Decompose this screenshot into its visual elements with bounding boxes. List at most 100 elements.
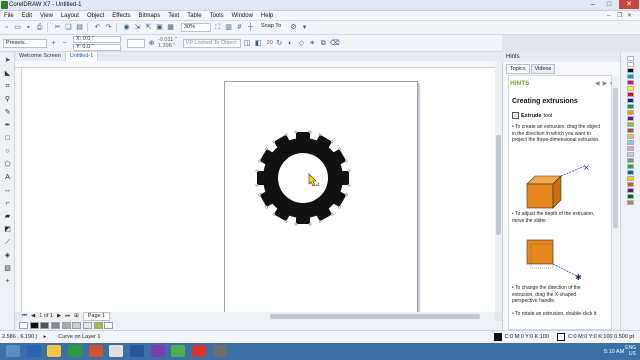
save-icon[interactable]: ▪ (24, 23, 33, 32)
horizontal-ruler[interactable] (15, 61, 495, 68)
last-page-icon[interactable]: ⏭ (65, 312, 70, 321)
palette-red[interactable] (627, 92, 634, 97)
redo-icon[interactable]: ↷ (104, 23, 113, 32)
maximize-button[interactable]: □ (602, 0, 616, 9)
options-icon[interactable]: ⚙ (289, 23, 298, 32)
onenote-icon[interactable] (150, 345, 165, 357)
transparency-tool-icon[interactable]: ◩ (3, 225, 12, 234)
pick-tool-icon[interactable]: ➤ (3, 56, 12, 65)
swatch-gray[interactable] (51, 322, 61, 329)
swatch-black[interactable] (29, 322, 39, 329)
palette-gray-dark[interactable] (627, 158, 634, 163)
cut-icon[interactable]: ✂ (53, 23, 62, 32)
chrome-icon[interactable] (109, 345, 124, 357)
zoom-tool-icon[interactable]: ⚲ (3, 95, 12, 104)
swatch-none[interactable] (19, 322, 28, 329)
palette-dark-green[interactable] (627, 194, 634, 199)
undo-icon[interactable]: ↶ (93, 23, 102, 32)
paste-icon[interactable]: ▤ (75, 23, 84, 32)
polygon-tool-icon[interactable]: ⬠ (3, 160, 12, 169)
forward-icon[interactable]: ▶ (603, 81, 608, 87)
tray-region[interactable]: US (625, 351, 636, 357)
node-handle[interactable] (255, 183, 259, 187)
menu-bitmaps[interactable]: Bitmaps (139, 11, 161, 21)
palette-magenta[interactable] (627, 80, 634, 85)
node-handle[interactable] (347, 169, 351, 173)
export-icon[interactable]: ⇱ (144, 23, 153, 32)
excel-icon[interactable] (68, 345, 83, 357)
menu-help[interactable]: Help (261, 11, 273, 21)
vp-page-icon[interactable]: ◧ (254, 39, 263, 48)
menu-tools[interactable]: Tools (210, 11, 224, 21)
bevel-icon[interactable]: ◇ (297, 39, 306, 48)
smart-fill-icon[interactable]: ▧ (3, 264, 12, 273)
vertical-ruler[interactable] (15, 68, 22, 312)
first-page-icon[interactable]: ⏮ (22, 312, 27, 321)
palette-gold[interactable] (627, 176, 634, 181)
show-grid-icon[interactable]: # (235, 23, 244, 32)
tab-untitled-1[interactable]: Untitled-1 (65, 52, 99, 61)
back-icon[interactable]: ◀ (595, 81, 600, 87)
palette-cyan[interactable] (627, 74, 634, 79)
remove-preset-icon[interactable]: − (60, 39, 69, 48)
ie-icon[interactable] (26, 345, 41, 357)
shape-tool-icon[interactable]: ◣ (3, 69, 12, 78)
new-document-icon[interactable]: ▫ (2, 23, 11, 32)
connector-tool-icon[interactable]: ⌐ (3, 199, 12, 208)
ellipse-tool-icon[interactable]: ○ (3, 147, 12, 156)
powerpoint-icon[interactable] (88, 345, 103, 357)
fill-color-info[interactable]: C:0 M:0 Y:0 K:100 (505, 334, 550, 340)
add-tool-icon[interactable]: + (3, 277, 12, 286)
doc-restore-icon[interactable]: ❐ (617, 12, 624, 19)
y-position-field[interactable]: Y: 0.0 " (73, 43, 121, 51)
extrude-rotation-icon[interactable]: ↻ (275, 39, 284, 48)
crop-tool-icon[interactable]: ⌗ (3, 82, 12, 91)
full-screen-icon[interactable]: ⛶ (213, 23, 222, 32)
palette-orange[interactable] (627, 110, 634, 115)
extruded-gear-shape[interactable]: ⊿ (22, 68, 495, 312)
play-icon[interactable]: ▸ (43, 334, 46, 340)
open-icon[interactable]: ▭ (13, 23, 22, 32)
node-handle[interactable] (294, 130, 298, 134)
menu-view[interactable]: View (40, 11, 53, 21)
palette-no-color[interactable] (627, 56, 634, 61)
outline-info[interactable]: C:0 M:0 Y:0 K:100 0.500 pt (568, 334, 634, 340)
swatch-gray-light[interactable] (61, 322, 71, 329)
tab-welcome-screen[interactable]: Welcome Screen (15, 52, 66, 61)
clear-extrusion-icon[interactable]: ⌫ (330, 39, 340, 48)
menu-file[interactable]: File (4, 11, 14, 21)
palette-purple[interactable] (627, 116, 634, 121)
minimize-button[interactable]: – (586, 0, 600, 9)
prev-page-icon[interactable]: ◀ (31, 312, 35, 321)
artistic-media-icon[interactable]: ✒ (3, 121, 12, 130)
import-icon[interactable]: ⇲ (133, 23, 142, 32)
add-preset-icon[interactable]: + (49, 39, 58, 48)
menu-window[interactable]: Window (232, 11, 253, 21)
palette-brown[interactable] (627, 128, 634, 133)
print-icon[interactable]: ⎙ (35, 23, 44, 32)
palette-green[interactable] (627, 104, 634, 109)
menu-object[interactable]: Object (87, 11, 104, 21)
doc-minimize-icon[interactable]: – (607, 13, 614, 19)
swatch-green[interactable] (93, 322, 103, 329)
depth-y-field[interactable]: 1.396 " (158, 43, 177, 49)
app-launcher-icon[interactable]: ▦ (166, 23, 175, 32)
palette-gray[interactable] (627, 152, 634, 157)
palette-yellow[interactable] (627, 86, 634, 91)
palette-lime[interactable] (627, 122, 634, 127)
add-page-icon[interactable]: ⊞ (74, 312, 79, 321)
close-button[interactable]: ✕ (619, 0, 639, 9)
lighting-icon[interactable]: ☀ (308, 39, 317, 48)
swatch-gray-lightest[interactable] (83, 322, 93, 329)
palette-peach[interactable] (627, 134, 634, 139)
snap-to-menu[interactable]: Snap To (259, 23, 287, 32)
palette-tan[interactable] (627, 200, 634, 205)
menu-text[interactable]: Text (168, 11, 179, 21)
palette-blue-2[interactable] (627, 170, 634, 175)
coreldraw-taskbar-icon[interactable] (171, 345, 186, 357)
swatch-white[interactable] (104, 322, 114, 329)
menu-table[interactable]: Table (187, 11, 201, 21)
node-handle[interactable] (347, 183, 351, 187)
palette-black[interactable] (627, 68, 634, 73)
extrusion-type-select[interactable] (127, 38, 145, 48)
